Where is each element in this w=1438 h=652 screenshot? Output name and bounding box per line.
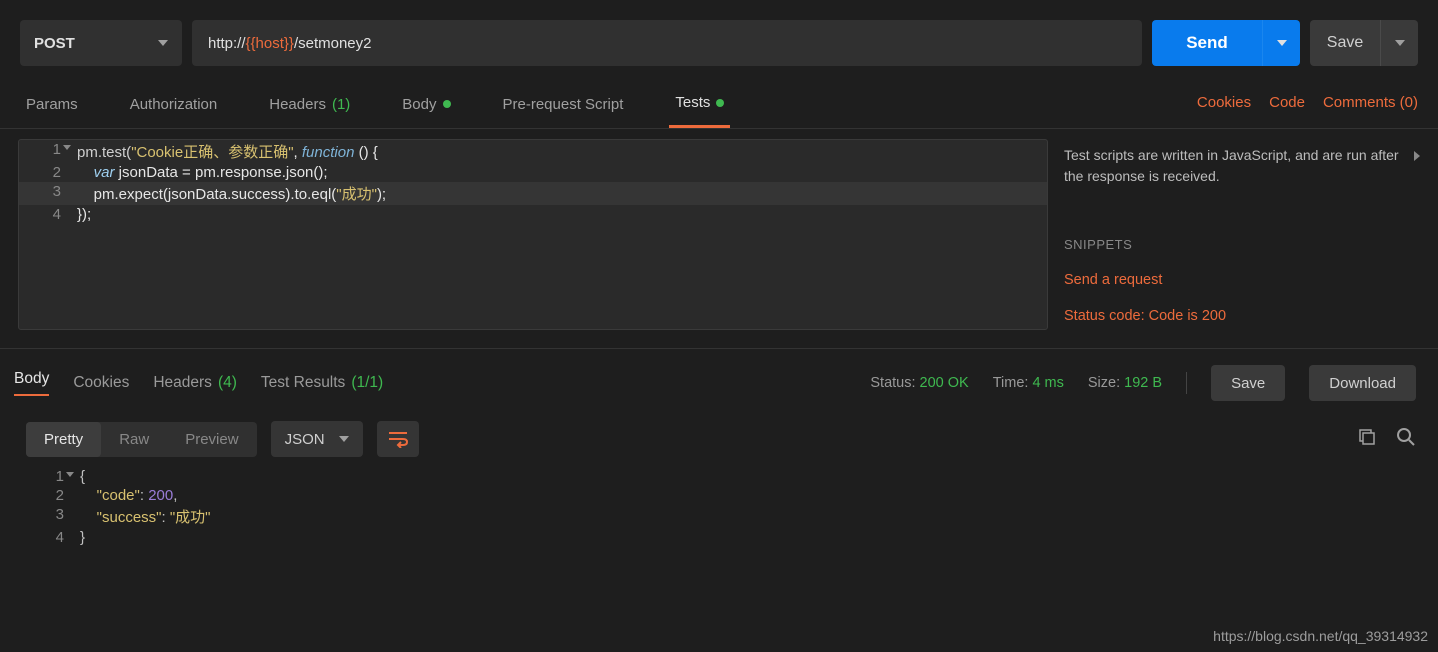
chevron-down-icon	[1395, 40, 1405, 46]
expand-icon[interactable]	[1414, 151, 1420, 161]
copy-icon[interactable]	[1358, 428, 1376, 451]
search-icon[interactable]	[1396, 427, 1416, 452]
view-pretty[interactable]: Pretty	[26, 422, 101, 457]
format-bar: Pretty Raw Preview JSON	[0, 411, 1438, 467]
fold-arrow-icon[interactable]	[63, 145, 71, 150]
send-button[interactable]: Send	[1152, 20, 1262, 66]
save-response-button[interactable]: Save	[1211, 365, 1285, 401]
time-value: 4 ms	[1032, 375, 1063, 391]
tab-headers[interactable]: Headers (1)	[263, 84, 356, 128]
request-tabs: Params Authorization Headers (1) Body Pr…	[0, 84, 1438, 129]
snippet-status-200[interactable]: Status code: Code is 200	[1064, 308, 1416, 324]
dot-indicator	[716, 99, 724, 107]
resp-tab-cookies[interactable]: Cookies	[73, 370, 129, 396]
watermark: https://blog.csdn.net/qq_39314932	[1213, 628, 1428, 644]
view-tabs: Pretty Raw Preview	[26, 422, 257, 457]
divider	[1186, 372, 1187, 394]
send-dropdown[interactable]	[1262, 20, 1300, 66]
chevron-down-icon	[158, 40, 168, 46]
wrap-icon	[388, 430, 408, 448]
resp-tab-headers[interactable]: Headers (4)	[153, 370, 237, 396]
snippet-send-request[interactable]: Send a request	[1064, 272, 1416, 288]
url-input[interactable]: http://{{host}}/setmoney2	[192, 20, 1142, 66]
response-bar: Body Cookies Headers (4) Test Results (1…	[0, 348, 1438, 411]
fold-arrow-icon[interactable]	[66, 472, 74, 477]
tests-editor[interactable]: 1pm.test("Cookie正确、参数正确", function () { …	[18, 139, 1048, 330]
status-label: Status:	[870, 375, 915, 391]
format-dropdown[interactable]: JSON	[271, 421, 363, 457]
snippets-title: SNIPPETS	[1064, 237, 1416, 252]
tab-body[interactable]: Body	[396, 84, 456, 128]
view-preview[interactable]: Preview	[167, 422, 256, 457]
comments-link[interactable]: Comments (0)	[1323, 84, 1418, 128]
sidebar-description: Test scripts are written in JavaScript, …	[1064, 145, 1416, 187]
tab-authorization[interactable]: Authorization	[124, 84, 224, 128]
response-body[interactable]: 1{ 2 "code": 200, 3 "success": "成功" 4}	[0, 467, 1438, 547]
tab-params[interactable]: Params	[20, 84, 84, 128]
download-button[interactable]: Download	[1309, 365, 1416, 401]
dot-indicator	[443, 100, 451, 108]
save-request-button[interactable]: Save	[1310, 20, 1380, 66]
chevron-down-icon	[339, 436, 349, 442]
method-dropdown[interactable]: POST	[20, 20, 182, 66]
status-value: 200 OK	[920, 375, 969, 391]
request-bar: POST http://{{host}}/setmoney2 Send Save	[0, 6, 1438, 84]
chevron-down-icon	[1277, 40, 1287, 46]
tests-sidebar: Test scripts are written in JavaScript, …	[1060, 139, 1420, 330]
method-value: POST	[34, 35, 75, 52]
size-label: Size:	[1088, 375, 1120, 391]
resp-tab-testresults[interactable]: Test Results (1/1)	[261, 370, 383, 396]
size-value: 192 B	[1124, 375, 1162, 391]
view-raw[interactable]: Raw	[101, 422, 167, 457]
tab-prerequest[interactable]: Pre-request Script	[497, 84, 630, 128]
code-link[interactable]: Code	[1269, 84, 1305, 128]
tab-tests[interactable]: Tests	[669, 84, 730, 128]
time-label: Time:	[993, 375, 1029, 391]
resp-tab-body[interactable]: Body	[14, 370, 49, 396]
save-dropdown[interactable]	[1380, 20, 1418, 66]
wrap-toggle[interactable]	[377, 421, 419, 457]
cookies-link[interactable]: Cookies	[1197, 84, 1251, 128]
url-variable: {{host}}	[246, 35, 294, 52]
